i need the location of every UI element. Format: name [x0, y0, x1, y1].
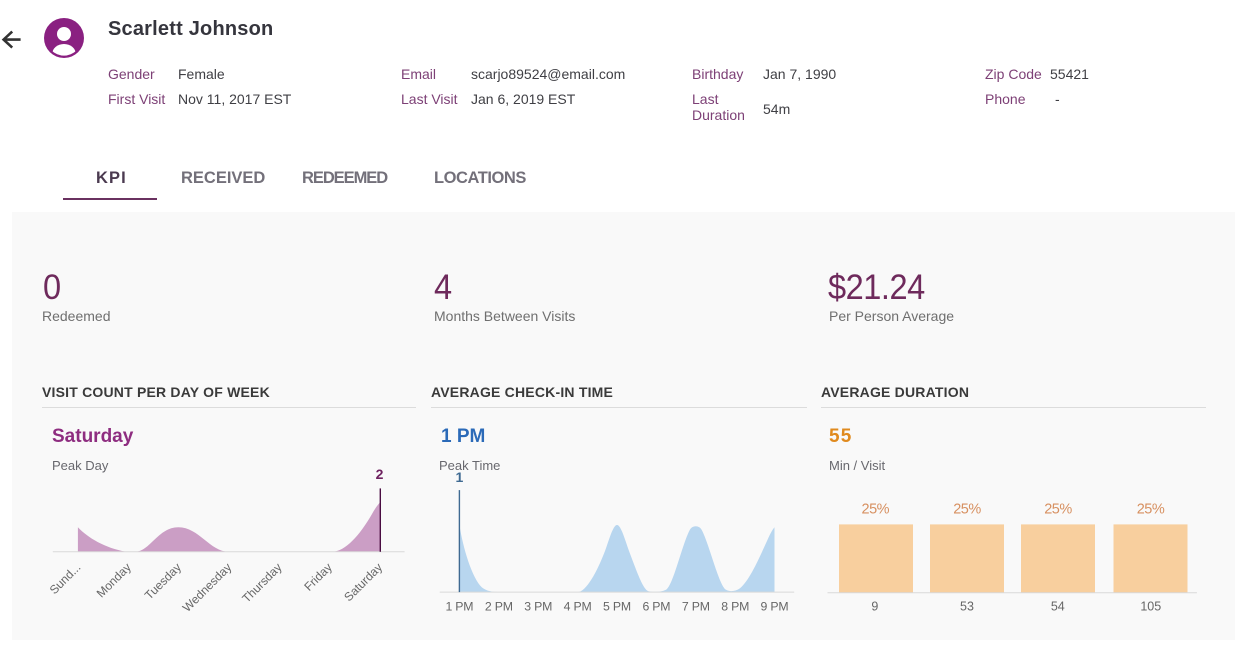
svg-text:9: 9 — [871, 600, 878, 614]
svg-text:2: 2 — [376, 466, 384, 482]
svg-text:25%: 25% — [862, 502, 890, 518]
svg-text:25%: 25% — [1044, 502, 1072, 518]
svg-text:25%: 25% — [1137, 502, 1165, 518]
svg-text:Monday: Monday — [94, 560, 134, 600]
svg-text:Friday: Friday — [301, 560, 334, 593]
svg-text:54: 54 — [1051, 600, 1065, 614]
svg-text:8 PM: 8 PM — [721, 600, 749, 614]
svg-text:2 PM: 2 PM — [485, 600, 513, 614]
svg-text:4 PM: 4 PM — [564, 600, 592, 614]
svg-text:25%: 25% — [953, 502, 981, 518]
svg-text:5 PM: 5 PM — [603, 600, 631, 614]
svg-text:Tuesday: Tuesday — [142, 560, 184, 602]
svg-text:Wednesday: Wednesday — [180, 560, 235, 615]
svg-text:9 PM: 9 PM — [761, 600, 789, 614]
svg-text:Saturday: Saturday — [341, 560, 385, 604]
svg-text:6 PM: 6 PM — [642, 600, 670, 614]
svg-text:Sund...: Sund... — [47, 560, 84, 597]
svg-text:53: 53 — [960, 600, 974, 614]
svg-text:7 PM: 7 PM — [682, 600, 710, 614]
svg-text:Thursday: Thursday — [239, 560, 284, 605]
svg-text:1: 1 — [456, 469, 464, 485]
svg-text:1 PM: 1 PM — [445, 600, 473, 614]
svg-text:105: 105 — [1140, 600, 1161, 614]
svg-text:3 PM: 3 PM — [524, 600, 552, 614]
